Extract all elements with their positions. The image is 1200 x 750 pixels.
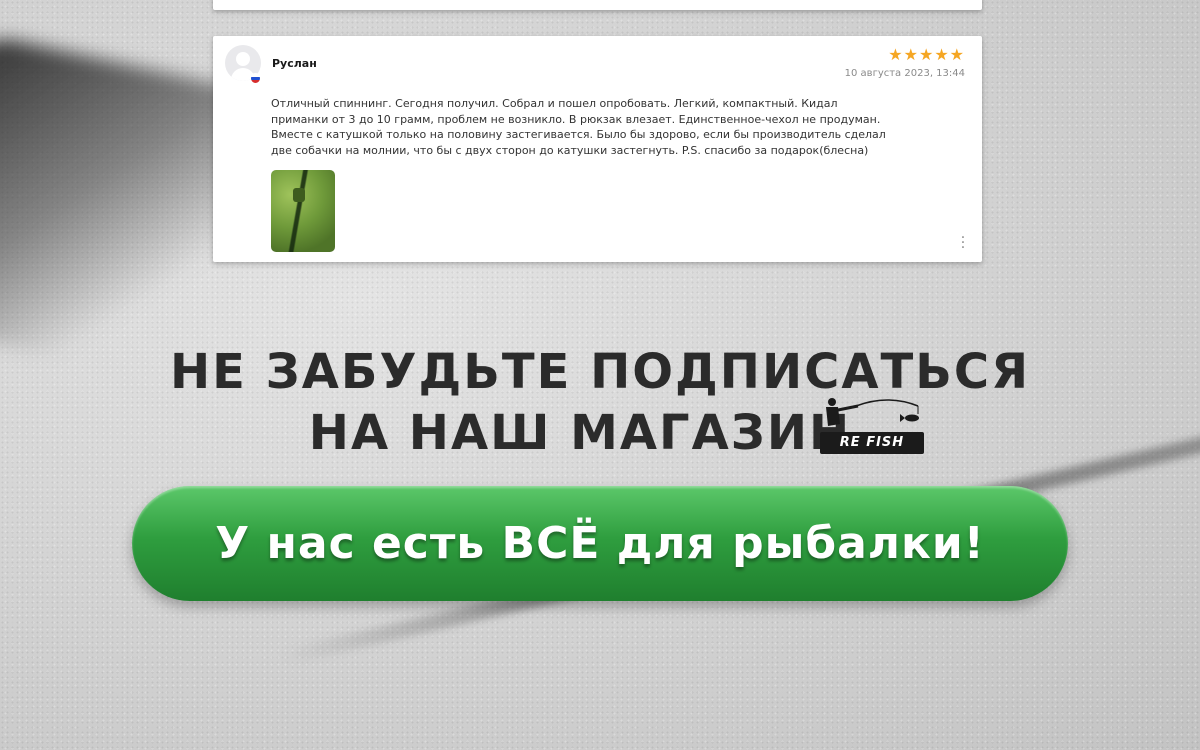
russia-flag-icon (250, 73, 261, 84)
review-photo-thumbnail[interactable] (271, 170, 335, 252)
refish-logo: RE FISH (818, 396, 928, 460)
rating-stars: ★★★★★ (888, 45, 965, 64)
more-vertical-icon[interactable]: · · · (960, 231, 966, 255)
review-author: Руслан (272, 57, 317, 70)
subscribe-headline-line1: НЕ ЗАБУДЬТЕ ПОДПИСАТЬСЯ (169, 344, 1031, 400)
logo-text: RE FISH (820, 432, 924, 454)
review-card: Руслан ★★★★★ 10 августа 2023, 13:44 Отли… (213, 36, 982, 262)
cta-banner-button[interactable]: У нас есть ВСЁ для рыбалки! (132, 486, 1068, 601)
review-date: 10 августа 2023, 13:44 (844, 68, 965, 79)
subscribe-headline-line2: НА НАШ МАГАЗИН (308, 405, 852, 461)
previous-review-card (213, 0, 982, 10)
review-text: Отличный спиннинг. Сегодня получил. Собр… (271, 97, 886, 157)
fisherman-icon (826, 398, 919, 426)
